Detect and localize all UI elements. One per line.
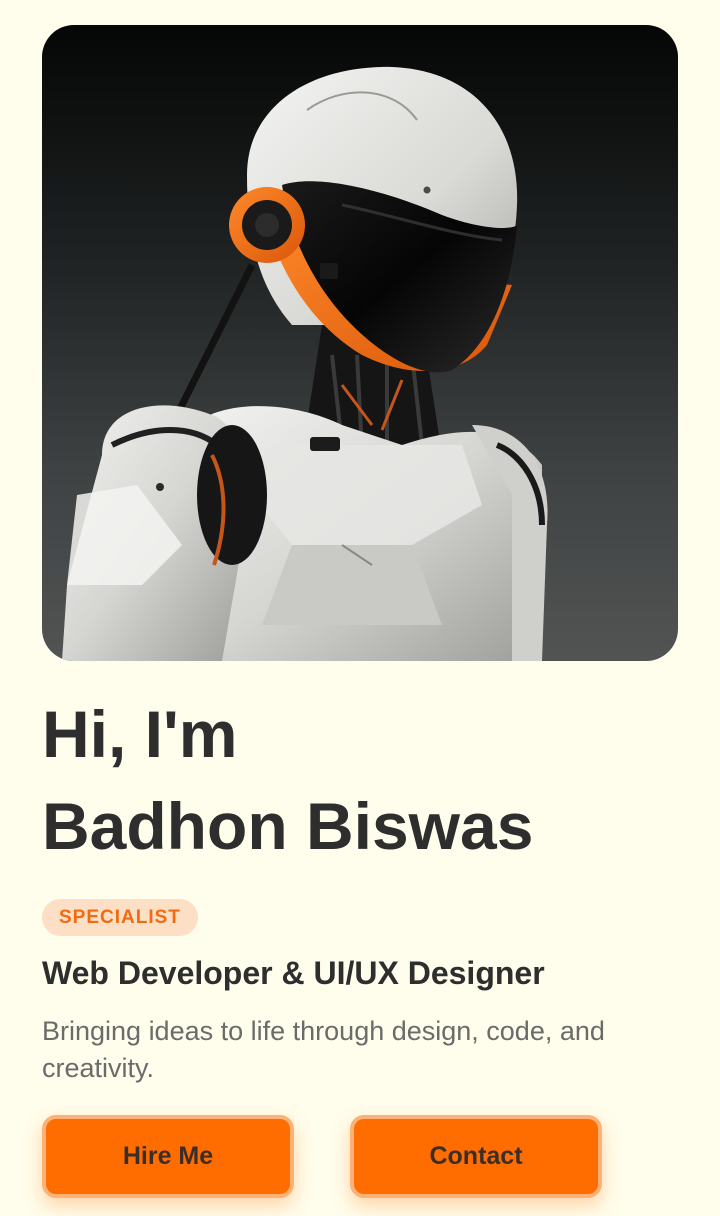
hero-page: Hi, I'm Badhon Biswas SPECIALIST Web Dev… (0, 0, 720, 1216)
role-title: Web Developer & UI/UX Designer (42, 955, 545, 991)
robot-portrait-image (42, 25, 678, 661)
hire-me-button[interactable]: Hire Me (42, 1115, 294, 1198)
contact-button[interactable]: Contact (350, 1115, 602, 1198)
hero-heading: Hi, I'm Badhon Biswas (42, 688, 533, 872)
specialist-badge: SPECIALIST (42, 899, 198, 936)
greeting-text: Hi, I'm (42, 697, 238, 771)
name-text: Badhon Biswas (42, 789, 534, 863)
robot-illustration (62, 66, 548, 661)
tagline-text: Bringing ideas to life through design, c… (42, 1016, 605, 1083)
